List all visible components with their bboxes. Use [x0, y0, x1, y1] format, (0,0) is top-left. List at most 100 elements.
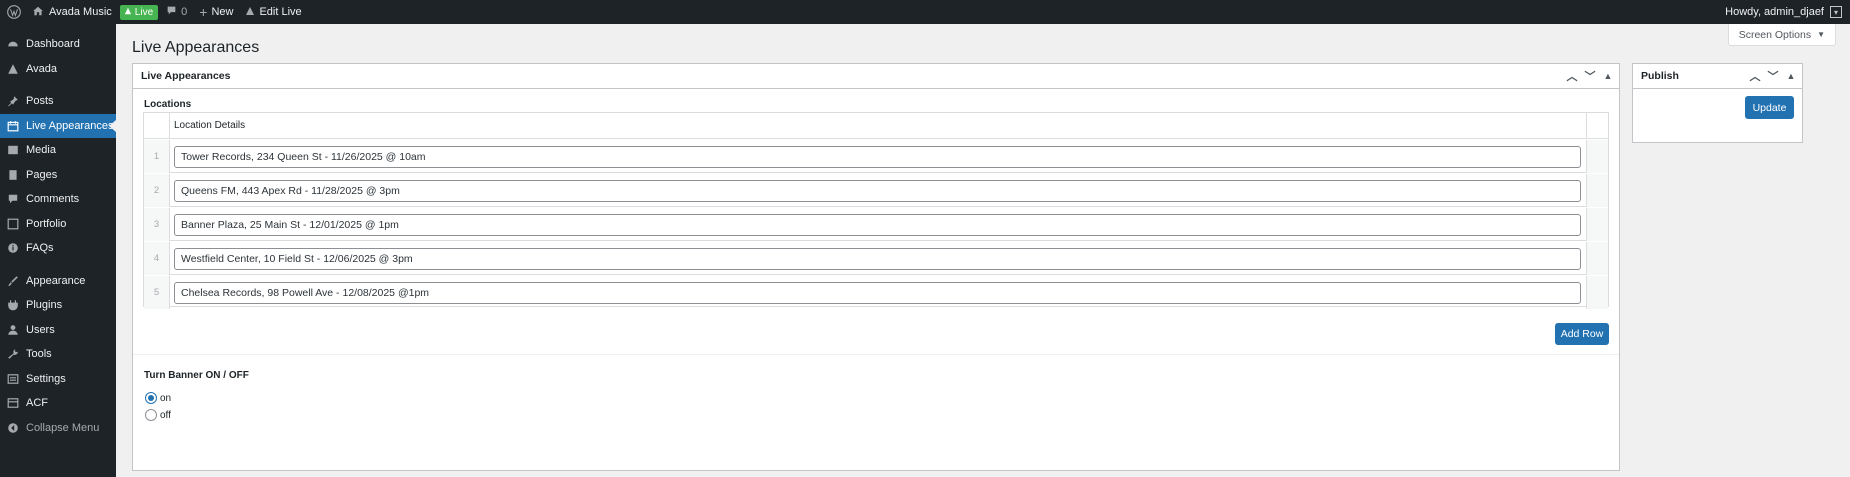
- main-content: Screen Options ▼ Live Appearances Live A…: [116, 24, 1850, 477]
- screen-options-button[interactable]: Screen Options ▼: [1727, 24, 1836, 46]
- collapse-menu-label: Collapse Menu: [26, 421, 100, 434]
- comment-icon: [166, 5, 177, 19]
- move-up-icon[interactable]: ︿: [1749, 68, 1761, 84]
- users-icon: [6, 323, 20, 337]
- plugin-icon: [6, 298, 20, 312]
- site-name: Avada Music: [49, 6, 112, 18]
- sidebar-item-label: Settings: [26, 372, 66, 385]
- radio-option-off[interactable]: off: [145, 409, 171, 421]
- location-details-input[interactable]: [174, 214, 1581, 236]
- caret-down-icon: ▼: [1817, 30, 1825, 39]
- location-details-input[interactable]: [174, 180, 1581, 202]
- sidebar-item-settings[interactable]: Settings: [0, 367, 116, 392]
- radio-label-off: off: [160, 409, 171, 421]
- pin-icon: [6, 94, 20, 108]
- sidebar-item-posts[interactable]: Posts: [0, 89, 116, 114]
- radio-button-on[interactable]: [145, 392, 157, 404]
- sidebar-item-label: Appearance: [26, 274, 86, 287]
- calendar-icon: [6, 119, 20, 133]
- info-icon: [6, 241, 20, 255]
- row-number: 5: [144, 276, 170, 309]
- sidebar-item-label: Live Appearances: [26, 119, 114, 132]
- collapse-menu-button[interactable]: Collapse Menu: [0, 416, 116, 441]
- add-row-button[interactable]: Add Row: [1555, 323, 1609, 345]
- sidebar-item-dashboard[interactable]: Dashboard: [0, 32, 116, 57]
- sidebar-item-label: Users: [26, 323, 55, 336]
- sidebar-item-tools[interactable]: Tools: [0, 342, 116, 367]
- sidebar-item-label: Media: [26, 144, 56, 157]
- comments-icon: [6, 192, 20, 206]
- sidebar-item-avada[interactable]: Avada: [0, 57, 116, 82]
- locations-label: Locations: [144, 99, 192, 110]
- avatar: ▾: [1830, 6, 1842, 18]
- radio-option-on[interactable]: on: [145, 392, 171, 404]
- row-actions[interactable]: [1586, 140, 1608, 173]
- row-actions[interactable]: [1586, 208, 1608, 241]
- admin-sidebar: Dashboard Avada Posts Live Appearances M…: [0, 24, 116, 477]
- field-divider: [133, 354, 1619, 355]
- new-content-link[interactable]: + New: [193, 0, 239, 24]
- sidebar-item-label: Tools: [26, 348, 52, 361]
- table-row: 3: [144, 208, 1608, 241]
- sidebar-item-label: Comments: [26, 193, 80, 206]
- location-details-input[interactable]: [174, 248, 1581, 270]
- sidebar-item-media[interactable]: Media: [0, 138, 116, 163]
- sidebar-item-plugins[interactable]: Plugins: [0, 293, 116, 318]
- sidebar-item-comments[interactable]: Comments: [0, 187, 116, 212]
- row-number: 3: [144, 208, 170, 241]
- move-down-icon[interactable]: ﹀: [1767, 68, 1779, 84]
- settings-icon: [6, 372, 20, 386]
- banner-toggle-label: Turn Banner ON / OFF: [144, 370, 249, 381]
- avada-icon: [6, 62, 20, 76]
- table-row: 5: [144, 276, 1608, 309]
- plus-icon: +: [199, 4, 208, 20]
- sidebar-item-label: FAQs: [26, 242, 54, 255]
- sidebar-item-portfolio[interactable]: Portfolio: [0, 212, 116, 237]
- sidebar-item-faqs[interactable]: FAQs: [0, 236, 116, 261]
- location-details-input[interactable]: [174, 146, 1581, 168]
- site-name-link[interactable]: Avada Music: [26, 0, 118, 24]
- comments-link[interactable]: 0: [160, 0, 193, 24]
- wrench-icon: [6, 347, 20, 361]
- sidebar-item-acf[interactable]: ACF: [0, 391, 116, 416]
- avada-icon: [245, 6, 255, 19]
- row-actions[interactable]: [1586, 276, 1608, 309]
- row-number: 4: [144, 242, 170, 275]
- wordpress-logo-icon[interactable]: [2, 0, 26, 24]
- move-up-icon[interactable]: ︿: [1566, 68, 1578, 84]
- dashboard-icon: [6, 37, 20, 51]
- sidebar-item-appearance[interactable]: Appearance: [0, 269, 116, 294]
- publish-metabox: Publish ︿ ﹀ ▲ Update: [1632, 63, 1803, 143]
- update-button[interactable]: Update: [1745, 96, 1794, 119]
- live-status[interactable]: Live: [118, 0, 160, 24]
- my-account[interactable]: Howdy, admin_djaef ▾: [1725, 6, 1850, 18]
- location-details-input[interactable]: [174, 282, 1581, 304]
- row-actions[interactable]: [1586, 174, 1608, 207]
- radio-button-off[interactable]: [145, 409, 157, 421]
- toggle-panel-icon[interactable]: ▲: [1602, 71, 1614, 81]
- live-badge: Live: [119, 4, 159, 20]
- row-number: 2: [144, 174, 170, 207]
- sidebar-item-label: Portfolio: [26, 217, 67, 230]
- move-down-icon[interactable]: ﹀: [1584, 68, 1596, 84]
- edit-live-link[interactable]: Edit Live: [239, 0, 307, 24]
- admin-bar: Avada Music Live 0 + New Edit Live Howdy…: [0, 0, 1850, 24]
- new-label: New: [211, 6, 234, 18]
- pages-icon: [6, 168, 20, 182]
- home-icon: [32, 5, 44, 20]
- metabox-title: Live Appearances: [141, 70, 231, 82]
- sidebar-item-label: Avada: [26, 62, 57, 75]
- sidebar-item-users[interactable]: Users: [0, 318, 116, 343]
- row-number: 1: [144, 140, 170, 173]
- sidebar-item-label: ACF: [26, 397, 48, 410]
- sidebar-item-live-appearances[interactable]: Live Appearances: [0, 113, 116, 138]
- toggle-panel-icon[interactable]: ▲: [1785, 71, 1797, 81]
- media-icon: [6, 143, 20, 157]
- sidebar-item-label: Posts: [26, 95, 54, 108]
- column-header-location-details: Location Details: [174, 120, 246, 131]
- sidebar-item-pages[interactable]: Pages: [0, 163, 116, 188]
- row-actions[interactable]: [1586, 242, 1608, 275]
- acf-icon: [6, 396, 20, 410]
- portfolio-icon: [6, 217, 20, 231]
- comments-count: 0: [181, 6, 188, 18]
